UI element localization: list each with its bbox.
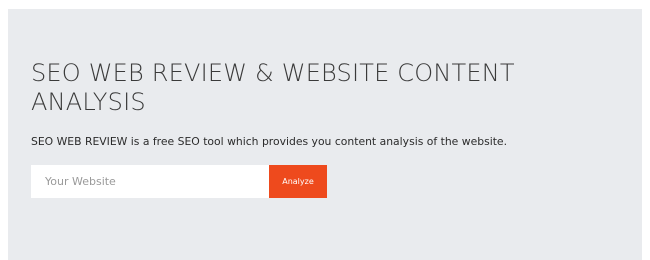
page-description: SEO WEB REVIEW is a free SEO tool which … [31, 135, 507, 148]
hero-panel: SEO WEB REVIEW & WEBSITE CONTENT ANALYSI… [8, 9, 642, 260]
website-analysis-form: Analyze [31, 165, 327, 198]
analyze-button[interactable]: Analyze [269, 165, 327, 198]
page-title: SEO WEB REVIEW & WEBSITE CONTENT ANALYSI… [31, 59, 515, 116]
website-url-input[interactable] [31, 165, 269, 198]
